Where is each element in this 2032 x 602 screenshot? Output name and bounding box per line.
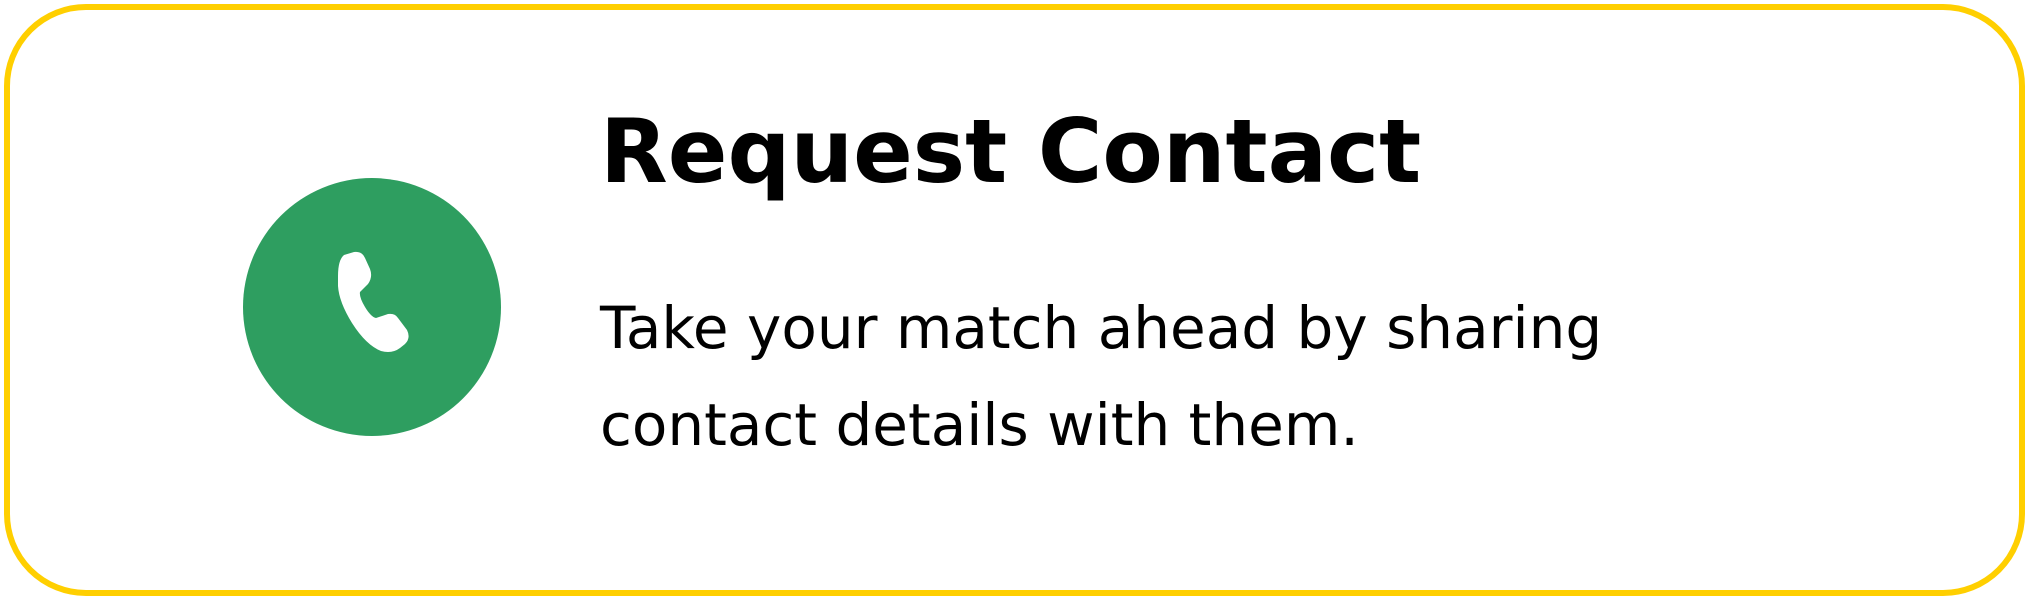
phone-icon-badge bbox=[243, 178, 501, 436]
request-contact-card[interactable]: Request Contact Take your match ahead by… bbox=[4, 4, 2025, 596]
card-description: Take your match ahead by sharing contact… bbox=[600, 294, 1603, 459]
phone-icon bbox=[338, 251, 409, 352]
card-title: Request Contact bbox=[600, 100, 1422, 203]
